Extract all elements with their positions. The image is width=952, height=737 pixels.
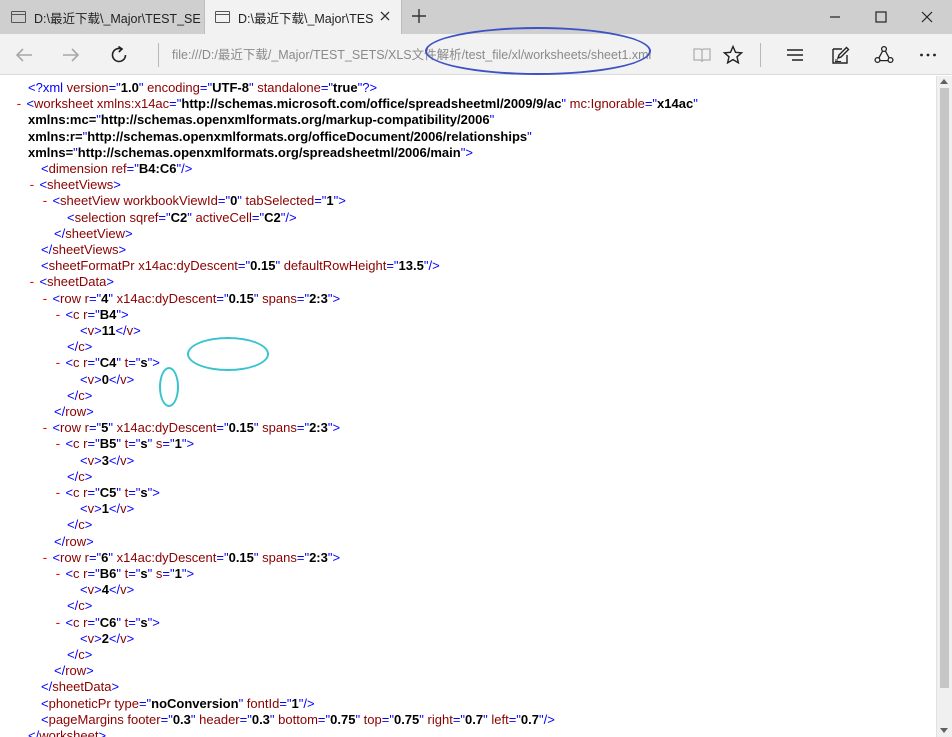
xml-line: - <row r="4" x14ac:dyDescent="0.15" span… [41, 290, 341, 307]
xml-line: </sheetViews> [41, 242, 127, 257]
xml-line: - <worksheet xmlns:x14ac="http://schemas… [15, 96, 698, 113]
page-icon [215, 11, 230, 23]
scroll-down-arrow-icon[interactable] [940, 728, 948, 733]
xml-line: </worksheet> [28, 728, 107, 737]
address-bar[interactable]: file:///D:/最近下载/_Major/TEST_SETS/XLS文件解析… [172, 45, 682, 65]
xml-line: <?xml version="1.0" encoding="UTF-8" sta… [28, 80, 378, 95]
xml-line: </row> [54, 663, 94, 679]
xml-line: - <row r="5" x14ac:dyDescent="0.15" span… [41, 420, 341, 437]
back-arrow-icon[interactable] [11, 42, 37, 68]
refresh-icon[interactable] [106, 42, 132, 68]
forward-arrow-icon[interactable] [58, 42, 84, 68]
xml-line: <v>0</v> [80, 371, 135, 387]
scroll-thumb[interactable] [940, 88, 949, 688]
maximize-icon[interactable] [858, 0, 904, 34]
new-tab-icon[interactable] [409, 6, 429, 26]
scroll-up-arrow-icon[interactable] [940, 79, 948, 84]
close-tab-icon[interactable] [378, 9, 392, 23]
divider [760, 43, 761, 67]
web-note-icon[interactable] [826, 41, 854, 69]
xml-line: - <row r="6" x14ac:dyDescent="0.15" span… [41, 549, 341, 566]
browser-tab-active[interactable]: D:\最近下载\_Major\TES [204, 0, 402, 34]
xml-line: xmlns:r="http://schemas.openxmlformats.o… [28, 128, 532, 144]
share-icon[interactable] [870, 41, 898, 69]
xml-line: </sheetData> [41, 679, 120, 695]
xml-line: </c> [67, 517, 93, 533]
tab-title: D:\最近下载\_Major\TES [238, 11, 374, 26]
xml-line: - <c r="B5" t="s" s="1"> [54, 436, 195, 453]
tab-bar: D:\最近下载\_Major\TEST_SE D:\最近下载\_Major\TE… [0, 0, 952, 34]
xml-line: <v>1</v> [80, 501, 135, 517]
xml-line: - <sheetView workbookViewId="0" tabSelec… [41, 193, 346, 210]
xml-line: <pageMargins footer="0.3" header="0.3" b… [41, 711, 555, 727]
xml-line: </row> [54, 533, 94, 549]
xml-line: <v>3</v> [80, 452, 135, 468]
xml-line: - <c r="B6" t="s" s="1"> [54, 566, 195, 582]
xml-line: - <c r="B4"> [54, 306, 129, 323]
xml-line: <selection sqref="C2" activeCell="C2"/> [67, 209, 297, 225]
page-icon [11, 11, 26, 23]
xml-line: </sheetView> [54, 225, 133, 241]
xml-line: </c> [67, 598, 93, 614]
hub-menu-icon[interactable] [781, 41, 809, 69]
xml-line: <dimension ref="B4:C6"/> [41, 161, 193, 176]
minimize-icon[interactable] [812, 0, 858, 34]
close-window-icon[interactable] [904, 0, 950, 34]
xml-line: <v>11</v> [80, 323, 141, 338]
xml-line: - <sheetData> [28, 274, 114, 291]
xml-line: - <c r="C4" t="s"> [54, 355, 160, 372]
xml-line: </c> [67, 387, 93, 403]
divider [158, 43, 159, 67]
xml-line: <v>4</v> [80, 582, 135, 598]
xml-line: xmlns="http://schemas.openxmlformats.org… [28, 144, 473, 160]
xml-line: <phoneticPr type="noConversion" fontId="… [41, 695, 315, 711]
xml-line: </row> [54, 404, 94, 419]
xml-line: - <sheetViews> [28, 177, 121, 194]
browser-tab[interactable]: D:\最近下载\_Major\TEST_SE [0, 0, 204, 34]
xml-line: </c> [67, 339, 93, 355]
xml-line: </c> [67, 468, 93, 484]
favorite-star-icon[interactable] [719, 41, 747, 69]
xml-line: - <c r="C5" t="s"> [54, 485, 160, 501]
tab-title: D:\最近下载\_Major\TEST_SE [34, 11, 201, 26]
xml-document-view: <?xml version="1.0" encoding="UTF-8" sta… [1, 76, 936, 737]
navigation-bar: file:///D:/最近下载/_Major/TEST_SETS/XLS文件解析… [0, 34, 952, 75]
vertical-scrollbar[interactable] [936, 76, 952, 737]
xml-line: <sheetFormatPr x14ac:dyDescent="0.15" de… [41, 258, 440, 274]
xml-line: - <c r="C6" t="s"> [54, 614, 160, 631]
more-options-icon[interactable] [914, 41, 942, 69]
xml-line: </c> [67, 647, 93, 662]
xml-line: <v>2</v> [80, 630, 135, 646]
xml-line: xmlns:mc="http://schemas.openxmlformats.… [28, 112, 495, 128]
reading-view-icon[interactable] [688, 41, 716, 69]
